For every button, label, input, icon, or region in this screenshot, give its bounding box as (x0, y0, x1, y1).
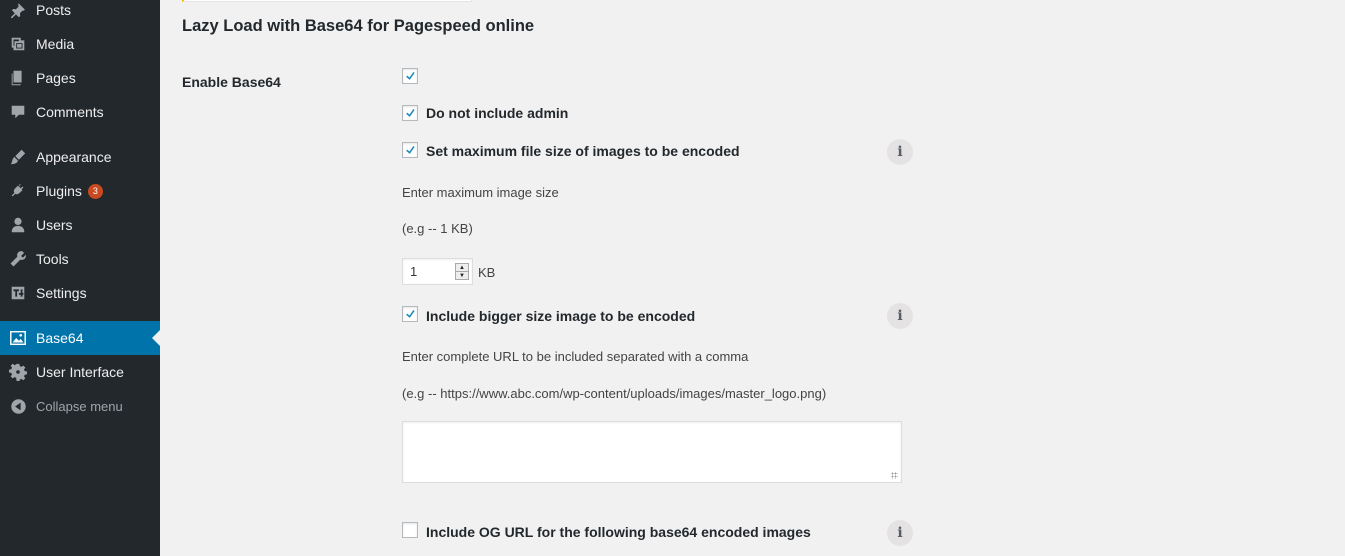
resize-handle-icon[interactable] (891, 472, 898, 479)
plug-icon (8, 181, 28, 201)
collapse-arrow-icon (8, 396, 28, 416)
info-icon[interactable]: i (887, 303, 913, 329)
update-count-badge: 3 (87, 183, 103, 199)
collapse-menu-button[interactable]: Collapse menu (0, 389, 160, 423)
media-icon (8, 34, 28, 54)
image-icon (8, 328, 28, 348)
sidebar-item-users[interactable]: Users (0, 208, 160, 242)
settings-icon (8, 283, 28, 303)
sidebar-item-label: Comments (36, 104, 104, 120)
users-icon (8, 215, 28, 235)
sidebar-item-label: Base64 (36, 330, 84, 346)
number-spinner[interactable]: ▲ ▼ (455, 263, 469, 280)
spin-down-icon[interactable]: ▼ (456, 271, 468, 279)
size-unit-label: KB (478, 265, 496, 280)
pushpin-icon (8, 0, 28, 20)
sidebar-item-base64[interactable]: Base64 (0, 321, 160, 355)
checkmark-icon (406, 310, 415, 318)
checkmark-icon (406, 109, 415, 117)
checkmark-icon (406, 72, 415, 80)
sidebar-item-posts[interactable]: Posts (0, 0, 160, 27)
sidebar-item-label: Plugins (36, 183, 82, 199)
wrench-icon (8, 249, 28, 269)
include-og-url-checkbox[interactable] (402, 522, 418, 538)
sidebar-item-label: Tools (36, 251, 69, 267)
info-icon[interactable]: i (887, 139, 913, 165)
paintbrush-icon (8, 147, 28, 167)
sidebar-item-label: Appearance (36, 149, 112, 165)
sidebar-item-label: Pages (36, 70, 76, 86)
gear-icon (8, 362, 28, 382)
sidebar-item-label: Media (36, 36, 75, 52)
sidebar-item-appearance[interactable]: Appearance (0, 140, 160, 174)
pages-icon (8, 68, 28, 88)
do-not-include-admin-label[interactable]: Do not include admin (426, 105, 568, 121)
admin-sidebar: Posts Media Pages Comments Appearance Pl… (0, 0, 160, 556)
enable-base64-checkbox[interactable] (402, 68, 418, 84)
comments-icon (8, 102, 28, 122)
sidebar-item-user-interface[interactable]: User Interface (0, 355, 160, 389)
max-size-example: (e.g -- 1 KB) (402, 221, 473, 236)
sidebar-item-label: User Interface (36, 364, 124, 380)
sidebar-item-pages[interactable]: Pages (0, 61, 160, 95)
settings-content: Lazy Load with Base64 for Pagespeed onli… (160, 0, 1345, 556)
sidebar-item-label: Users (36, 217, 73, 233)
sidebar-item-label: Posts (36, 2, 72, 18)
include-bigger-checkbox[interactable] (402, 306, 418, 322)
info-icon[interactable]: i (887, 520, 913, 546)
notice-edge (182, 0, 472, 2)
sidebar-item-comments[interactable]: Comments (0, 95, 160, 129)
sidebar-item-label: Settings (36, 285, 87, 301)
max-file-size-checkbox[interactable] (402, 142, 418, 158)
include-bigger-label[interactable]: Include bigger size image to be encoded (426, 308, 695, 324)
max-size-description: Enter maximum image size (402, 185, 559, 200)
bigger-urls-textarea[interactable] (402, 421, 902, 483)
bigger-description: Enter complete URL to be included separa… (402, 349, 749, 364)
sidebar-item-settings[interactable]: Settings (0, 276, 160, 310)
include-og-url-label[interactable]: Include OG URL for the following base64 … (426, 524, 811, 540)
sidebar-item-media[interactable]: Media (0, 27, 160, 61)
max-file-size-label[interactable]: Set maximum file size of images to be en… (426, 143, 740, 159)
collapse-menu-label: Collapse menu (36, 398, 123, 414)
enable-base64-label: Enable Base64 (182, 74, 281, 90)
page-title: Lazy Load with Base64 for Pagespeed onli… (182, 17, 535, 35)
sidebar-item-plugins[interactable]: Plugins 3 (0, 174, 160, 208)
max-size-number-input[interactable]: 1 ▲ ▼ (402, 258, 473, 285)
spin-up-icon[interactable]: ▲ (456, 264, 468, 271)
checkmark-icon (406, 146, 415, 154)
max-size-value: 1 (410, 264, 418, 279)
bigger-example: (e.g -- https://www.abc.com/wp-content/u… (402, 386, 827, 401)
sidebar-item-tools[interactable]: Tools (0, 242, 160, 276)
do-not-include-admin-checkbox[interactable] (402, 105, 418, 121)
